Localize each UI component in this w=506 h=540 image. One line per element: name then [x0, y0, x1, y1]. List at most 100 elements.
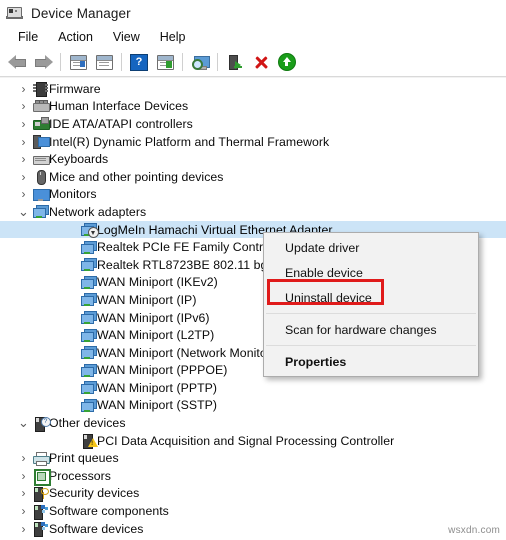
- tree-row[interactable]: PCI Data Acquisition and Signal Processi…: [0, 432, 506, 450]
- menu-bar: File Action View Help: [0, 26, 506, 48]
- tree-row[interactable]: ⌄ Network adapters: [0, 203, 506, 221]
- network-adapter-icon: [79, 381, 97, 395]
- enable-device-button[interactable]: [274, 50, 300, 74]
- tree-row[interactable]: › Human Interface Devices: [0, 98, 506, 116]
- tree-row-label: Security devices: [49, 486, 140, 501]
- network-adapter-icon: [79, 328, 97, 342]
- window-title: Device Manager: [31, 5, 131, 21]
- tree-row-label: Realtek PCIe FE Family Controller: [97, 240, 287, 255]
- menu-item-view[interactable]: View: [103, 28, 150, 46]
- chevron-right-icon[interactable]: ›: [16, 187, 31, 201]
- chevron-right-icon[interactable]: ›: [16, 135, 31, 149]
- tree-row-label: Software devices: [49, 521, 144, 536]
- context-menu-item-update-driver[interactable]: Update driver: [264, 235, 478, 260]
- watermark: wsxdn.com: [448, 525, 500, 536]
- tree-row[interactable]: › Software components: [0, 502, 506, 520]
- software-device-icon: [31, 522, 49, 538]
- chevron-right-icon[interactable]: ›: [16, 82, 31, 96]
- chevron-right-icon[interactable]: ›: [16, 152, 31, 166]
- tree-row[interactable]: › Firmware: [0, 80, 506, 98]
- context-menu-item-enable-device[interactable]: Enable device: [264, 260, 478, 285]
- show-hide-console-tree-button[interactable]: [65, 50, 91, 74]
- tree-row-label: Processors: [49, 468, 112, 483]
- help-question-icon: ?: [130, 53, 148, 71]
- chevron-right-icon[interactable]: ›: [16, 504, 31, 518]
- chevron-right-icon[interactable]: ›: [16, 99, 31, 113]
- properties-button[interactable]: [91, 50, 117, 74]
- network-adapter-icon: [79, 363, 97, 377]
- tree-row-label: Print queues: [49, 451, 119, 466]
- toolbar: ?: [0, 48, 506, 77]
- tree-row-label: WAN Miniport (PPPOE): [97, 363, 228, 378]
- scan-for-hardware-changes-button[interactable]: [187, 50, 213, 74]
- context-menu-item-properties[interactable]: Properties: [264, 349, 478, 374]
- tree-row-label: PCI Data Acquisition and Signal Processi…: [97, 433, 395, 448]
- context-menu[interactable]: Update driver Enable device Uninstall de…: [263, 232, 479, 377]
- unknown-device-warning-icon: [79, 434, 98, 450]
- menu-item-action[interactable]: Action: [48, 28, 103, 46]
- chevron-right-icon[interactable]: ›: [16, 170, 31, 184]
- network-adapter-icon: [79, 398, 97, 412]
- tree-row-label: WAN Miniport (IPv6): [97, 310, 210, 325]
- update-driver-icon: [227, 54, 243, 70]
- chevron-right-icon[interactable]: ›: [16, 117, 31, 131]
- tree-row-label: WAN Miniport (PPTP): [97, 380, 218, 395]
- scan-monitor-icon: [191, 55, 210, 70]
- context-menu-item-scan-for-hardware-changes[interactable]: Scan for hardware changes: [264, 317, 478, 342]
- network-adapter-icon: [79, 346, 97, 360]
- back-button[interactable]: [4, 50, 30, 74]
- toolbar-divider-light: [0, 77, 506, 78]
- chevron-down-icon[interactable]: ⌄: [16, 415, 31, 431]
- device-manager-window: Device Manager File Action View Help ? ›…: [0, 0, 506, 540]
- tree-row-label: Keyboards: [49, 152, 109, 167]
- context-menu-item-uninstall-device[interactable]: Uninstall device: [264, 285, 478, 310]
- menu-item-file[interactable]: File: [8, 28, 48, 46]
- tree-row[interactable]: › Print queues: [0, 449, 506, 467]
- chevron-down-icon[interactable]: ⌄: [16, 204, 31, 220]
- network-adapter-icon: [79, 275, 97, 289]
- tree-row[interactable]: WAN Miniport (PPTP): [0, 379, 506, 397]
- printer-icon: [31, 451, 50, 466]
- toolbar-separator: [182, 53, 183, 71]
- pc-monitor-icon: [31, 135, 50, 150]
- tree-row[interactable]: › Intel(R) Dynamic Platform and Thermal F…: [0, 133, 506, 151]
- tree-row-label: WAN Miniport (Network Monitor): [97, 345, 276, 360]
- tree-row-label: WAN Miniport (SSTP): [97, 398, 218, 413]
- tree-row[interactable]: WAN Miniport (SSTP): [0, 397, 506, 415]
- tree-row[interactable]: › Keyboards: [0, 150, 506, 168]
- network-adapter-disabled-icon: [79, 223, 99, 239]
- forward-button[interactable]: [30, 50, 56, 74]
- tree-row[interactable]: › Security devices: [0, 485, 506, 503]
- export-list-button[interactable]: [152, 50, 178, 74]
- tree-row[interactable]: › IDE ATA/ATAPI controllers: [0, 115, 506, 133]
- chevron-right-icon[interactable]: ›: [16, 522, 31, 536]
- uninstall-device-button[interactable]: [248, 50, 274, 74]
- chevron-right-icon[interactable]: ›: [16, 469, 31, 483]
- help-button[interactable]: ?: [126, 50, 152, 74]
- network-adapter-icon: [79, 240, 97, 254]
- tree-row-label: Human Interface Devices: [49, 99, 189, 114]
- tree-row-label: WAN Miniport (L2TP): [97, 328, 215, 343]
- network-adapter-icon: [79, 311, 97, 325]
- chevron-right-icon[interactable]: ›: [16, 486, 31, 500]
- tree-row-label: Intel(R) Dynamic Platform and Thermal Fr…: [49, 134, 330, 149]
- tree-row[interactable]: › Software devices: [0, 520, 506, 538]
- network-adapter-icon: [79, 258, 97, 272]
- monitor-icon: [31, 188, 50, 201]
- security-device-icon: [31, 486, 49, 502]
- processor-icon: [31, 469, 51, 487]
- tree-row[interactable]: › Processors: [0, 467, 506, 487]
- ide-controller-icon: [31, 117, 50, 131]
- tree-row[interactable]: ⌄? Other devices: [0, 414, 506, 432]
- tree-row-label: Network adapters: [49, 204, 147, 219]
- title-bar: Device Manager: [0, 0, 506, 26]
- menu-item-help[interactable]: Help: [150, 28, 196, 46]
- update-driver-button[interactable]: [222, 50, 248, 74]
- software-component-icon: [31, 504, 49, 520]
- forward-arrow-icon: [34, 55, 53, 69]
- tree-row[interactable]: › Monitors: [0, 186, 506, 204]
- tree-row-label: Firmware: [49, 81, 101, 96]
- tree-row[interactable]: › Mice and other pointing devices: [0, 168, 506, 186]
- chevron-right-icon[interactable]: ›: [16, 451, 31, 465]
- context-menu-separator: [266, 313, 476, 314]
